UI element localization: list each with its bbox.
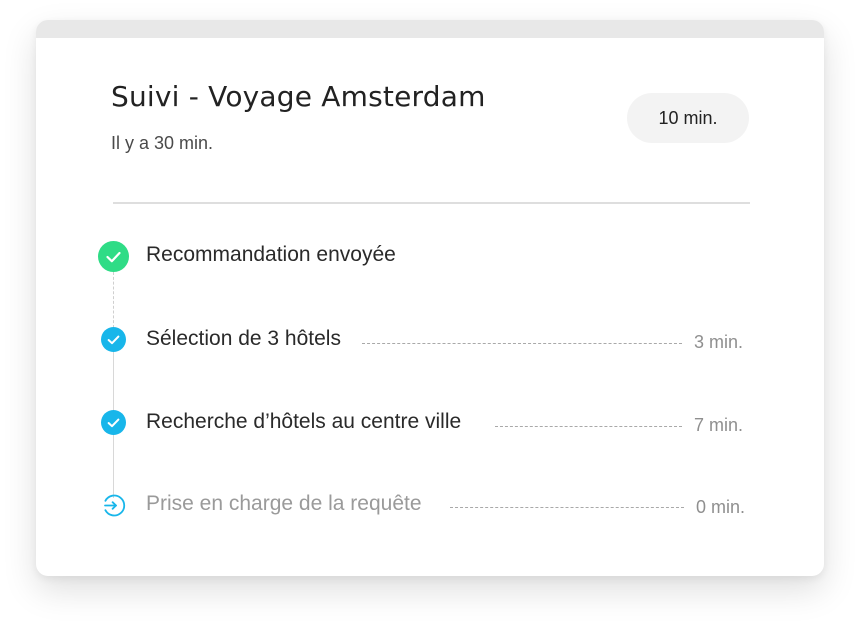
step-leader-line [495, 426, 682, 427]
timeline-step: Recommandation envoyée [36, 239, 824, 273]
sign-in-icon [101, 493, 126, 518]
timeline-step: Sélection de 3 hôtels 3 min. [36, 324, 824, 358]
step-label: Prise en charge de la requête [146, 492, 426, 516]
timeline-step: Prise en charge de la requête 0 min. [36, 490, 824, 524]
step-label: Recherche d’hôtels au centre ville [146, 410, 466, 434]
step-duration: 3 min. [694, 332, 744, 352]
timeline-step: Recherche d’hôtels au centre ville 7 min… [36, 407, 824, 441]
step-leader-line [362, 343, 682, 344]
tracking-card: Suivi - Voyage Amsterdam Il y a 30 min. … [36, 20, 824, 576]
step-label: Recommandation envoyée [146, 243, 400, 267]
step-label: Sélection de 3 hôtels [146, 327, 345, 351]
progress-timeline: Recommandation envoyée Sélection de 3 hô… [36, 20, 824, 576]
timeline-connector [113, 434, 114, 498]
timeline-connector [113, 350, 114, 412]
timeline-connector-dashed [113, 272, 114, 328]
step-leader-line [450, 507, 684, 508]
check-icon [98, 241, 129, 272]
step-duration: 0 min. [696, 497, 746, 517]
check-icon [101, 410, 126, 435]
check-icon [101, 327, 126, 352]
step-duration: 7 min. [694, 415, 744, 435]
